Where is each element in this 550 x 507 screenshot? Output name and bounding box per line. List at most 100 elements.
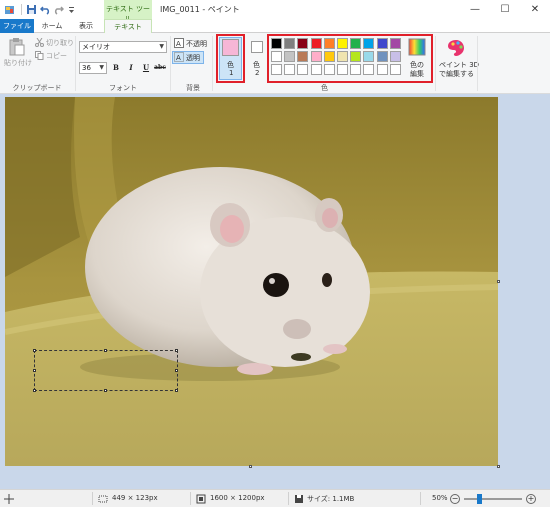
canvas-resize-handle[interactable] [249, 465, 252, 468]
title-bar: テキスト ツール IMG_0011 - ペイント — ☐ ✕ [0, 0, 550, 23]
selection-handle[interactable] [175, 369, 178, 372]
italic-button[interactable]: I [126, 62, 136, 73]
palette-color-swatch[interactable] [310, 64, 322, 75]
chevron-down-icon: ▼ [159, 43, 164, 50]
canvas-resize-handle[interactable] [497, 465, 500, 468]
status-bar: 449 × 123px 1600 × 1200px サイズ: 1.1MB 50%… [0, 489, 550, 507]
colors-group-label: 色 [321, 84, 328, 92]
palette-color-swatch[interactable] [323, 64, 335, 75]
chevron-down-icon: ▼ [99, 64, 104, 71]
palette-color-swatch[interactable] [363, 64, 375, 75]
canvas-workspace [0, 94, 550, 489]
palette-color-swatch[interactable] [337, 64, 348, 75]
palette-color-swatch[interactable] [323, 51, 335, 62]
status-separator [288, 492, 289, 505]
palette-color-swatch[interactable] [271, 51, 282, 62]
palette-color-swatch[interactable] [350, 51, 362, 62]
zoom-level: 50% [432, 494, 448, 502]
color2-swatch[interactable] [251, 41, 263, 53]
maximize-button[interactable]: ☐ [490, 0, 520, 19]
clipboard-group-label: クリップボード [12, 84, 62, 92]
palette-color-swatch[interactable] [284, 38, 296, 49]
undo-icon[interactable] [40, 4, 51, 15]
palette-color-swatch[interactable] [310, 38, 322, 49]
zoom-slider-thumb[interactable] [476, 494, 482, 504]
palette-color-swatch[interactable] [297, 64, 309, 75]
palette-color-swatch[interactable] [363, 38, 375, 49]
palette-color-swatch[interactable] [363, 51, 375, 62]
palette-color-swatch[interactable] [389, 64, 401, 75]
status-separator [92, 492, 93, 505]
font-group-label: フォント [109, 84, 137, 92]
palette-color-swatch[interactable] [284, 64, 296, 75]
group-separator [212, 36, 213, 91]
paste-icon[interactable] [9, 38, 25, 56]
transparent-icon: A [174, 52, 184, 62]
canvas-resize-handle[interactable] [497, 280, 500, 283]
palette-color-swatch[interactable] [376, 64, 388, 75]
bold-button[interactable]: B [111, 62, 121, 73]
palette-color-swatch[interactable] [337, 38, 348, 49]
selection-handle[interactable] [104, 389, 107, 392]
redo-icon[interactable] [53, 4, 64, 15]
group-separator [75, 36, 76, 91]
tab-text[interactable]: テキスト [104, 19, 152, 34]
palette-color-swatch[interactable] [284, 51, 296, 62]
selection-handle[interactable] [104, 349, 107, 352]
palette-color-swatch[interactable] [376, 38, 388, 49]
edit-colors-label-2[interactable]: 編集 [410, 69, 424, 79]
paint3d-label-2[interactable]: で編集する [439, 69, 474, 79]
title-separator [21, 4, 22, 15]
minimize-button[interactable]: — [460, 0, 490, 19]
palette-color-swatch[interactable] [297, 38, 309, 49]
palette-color-swatch[interactable] [350, 38, 362, 49]
paste-button[interactable]: 貼り付け [4, 58, 32, 68]
underline-button[interactable]: U [141, 62, 151, 73]
color1-number: 1 [229, 69, 234, 77]
palette-color-swatch[interactable] [271, 64, 282, 75]
zoom-slider[interactable] [464, 498, 522, 500]
edit-colors-icon[interactable] [408, 38, 426, 56]
zoom-in-button[interactable]: + [526, 494, 536, 504]
palette-color-swatch[interactable] [271, 38, 282, 49]
selection-handle[interactable] [175, 349, 178, 352]
tab-file[interactable]: ファイル [0, 19, 34, 33]
status-separator [420, 492, 421, 505]
selection-handle[interactable] [175, 389, 178, 392]
zoom-out-button[interactable]: − [450, 494, 460, 504]
palette-color-swatch[interactable] [376, 51, 388, 62]
palette-color-swatch[interactable] [310, 51, 322, 62]
palette-color-swatch[interactable] [297, 51, 309, 62]
cut-icon [35, 38, 44, 47]
cut-button[interactable]: 切り取り [46, 38, 74, 48]
tab-view[interactable]: 表示 [70, 19, 102, 33]
font-family-value: メイリオ [82, 43, 110, 51]
font-size-select[interactable]: 36 ▼ [79, 62, 107, 74]
color2-number: 2 [255, 69, 260, 77]
opaque-option[interactable]: 不透明 [186, 39, 207, 49]
transparent-option[interactable]: 透明 [186, 53, 200, 63]
close-button[interactable]: ✕ [520, 0, 550, 19]
selection-handle[interactable] [33, 389, 36, 392]
palette-color-swatch[interactable] [389, 38, 401, 49]
image-size: 1600 × 1200px [210, 494, 265, 502]
strikethrough-button[interactable]: abc [153, 62, 167, 73]
window-title: IMG_0011 - ペイント [160, 5, 240, 14]
selection-handle[interactable] [33, 369, 36, 372]
palette-color-swatch[interactable] [350, 64, 362, 75]
copy-button[interactable]: コピー [46, 51, 67, 61]
image-canvas[interactable] [5, 97, 498, 466]
palette-color-swatch[interactable] [389, 51, 401, 62]
tab-home[interactable]: ホーム [37, 19, 67, 33]
paint3d-icon[interactable] [447, 39, 465, 57]
selection-handle[interactable] [33, 349, 36, 352]
palette-color-swatch[interactable] [337, 51, 348, 62]
image-size-icon [196, 494, 206, 504]
font-family-select[interactable]: メイリオ ▼ [79, 41, 167, 53]
palette-color-swatch[interactable] [323, 38, 335, 49]
svg-text:A: A [176, 54, 181, 62]
customize-toolbar-icon[interactable] [66, 4, 77, 15]
text-selection-box[interactable] [34, 350, 178, 391]
paint-app-icon[interactable] [4, 4, 15, 15]
save-icon[interactable] [26, 4, 37, 15]
